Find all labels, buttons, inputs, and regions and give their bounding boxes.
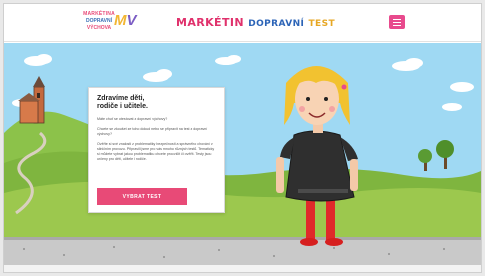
card-heading-line-1: Zdravíme děti, [97,95,145,102]
logo-mark-v: V [126,12,137,29]
church-illustration [18,76,45,124]
title-part-1: MARKÉTIN [176,16,244,29]
title-part-2: DOPRAVNÍ [248,19,305,29]
logo-mark-m: M [114,12,127,29]
site-logo[interactable]: MARKÉTINA DOPRAVNÍ VÝCHOVA MV [82,10,154,36]
menu-icon-bar [393,24,401,26]
card-paragraph-1: Chcete se zkoušet ze toho dokud nebo se … [97,127,208,136]
logo-line-2: DOPRAVNÍ [85,18,113,24]
menu-icon-bar [393,21,401,23]
trees [418,140,454,171]
page-title: MARKÉTIN DOPRAVNÍ TEST [176,16,335,29]
page-footer [4,265,481,272]
card-paragraph-2: Ověřte si své znalosti z problematiky be… [97,142,215,161]
page-frame: MARKÉTINA DOPRAVNÍ VÝCHOVA MV MARKÉTIN D… [3,3,482,273]
card-heading: Zdravíme děti, rodiče i učitele. [97,95,216,111]
title-part-3: TEST [308,19,336,29]
site-header: MARKÉTINA DOPRAVNÍ VÝCHOVA MV MARKÉTIN D… [4,4,481,42]
logo-mark: MV [114,12,137,30]
hero-illustration [4,54,481,265]
hero-banner: Zdravíme děti, rodiče i učitele. Máte ch… [4,43,481,265]
select-test-button[interactable]: VYBRAT TEST [97,188,187,205]
logo-line-1: MARKÉTINA [83,11,115,17]
card-subtitle: Máte chuť se otestovat z dopravní výchov… [97,117,168,121]
clouds [12,54,474,111]
menu-button[interactable] [389,15,405,29]
menu-icon-bar [393,18,401,20]
logo-line-3: VÝCHOVA [86,25,112,31]
intro-card: Zdravíme děti, rodiče i učitele. Máte ch… [88,87,225,213]
card-heading-line-2: rodiče i učitele. [97,103,148,110]
